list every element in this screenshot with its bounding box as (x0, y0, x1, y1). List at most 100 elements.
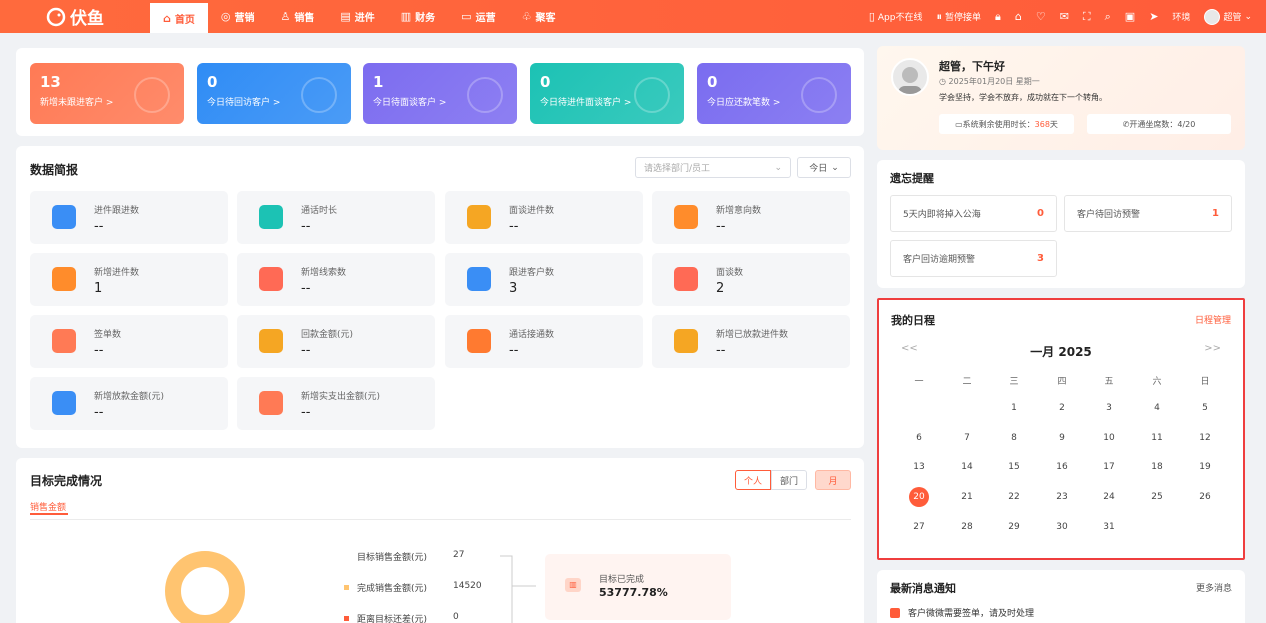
nav-item-1[interactable]: ◎ 营销 (208, 0, 268, 33)
metric-card[interactable]: 通话接通数 -- (445, 315, 643, 368)
calendar-day[interactable]: 7 (957, 428, 977, 448)
calendar-day[interactable]: 12 (1195, 428, 1215, 448)
motto: 学会坚持，学会不放弃，成功就在下一个转角。 (939, 93, 1107, 102)
briefcase-icon[interactable]: ▣ (1125, 10, 1135, 23)
calendar-day[interactable]: 2 (1052, 398, 1072, 418)
calendar-day[interactable]: 19 (1195, 457, 1215, 477)
calendar-day[interactable]: 4 (1147, 398, 1167, 418)
metric-card[interactable]: 回款金额(元) -- (237, 315, 435, 368)
calendar-day[interactable]: 31 (1099, 517, 1119, 537)
usage-unit: 天 (1049, 119, 1058, 129)
memo-title: 遗忘提醒 (890, 172, 934, 185)
tab-underline (30, 513, 68, 515)
metric-label: 跟进客户数 (509, 268, 555, 278)
stat-card[interactable]: 13 新增未跟进客户 > (30, 63, 184, 124)
stat-card[interactable]: 0 今日待进件面谈客户 > (530, 63, 684, 124)
goal-row-label: 距离目标还差(元) (344, 612, 427, 623)
calendar-day[interactable]: 17 (1099, 457, 1119, 477)
nav-item-6[interactable]: ♧ 聚客 (509, 0, 569, 33)
news-item[interactable]: 客户微微需要签单，请及时处理 (890, 606, 1034, 619)
news-panel: 最新消息通知 更多消息 客户微微需要签单，请及时处理 (877, 570, 1245, 623)
search-icon[interactable]: ⌕ (1105, 10, 1111, 24)
metric-card[interactable]: 新增已放款进件数 -- (652, 315, 850, 368)
calendar-day[interactable]: 21 (957, 487, 977, 507)
goal-panel: 目标完成情况 个人 部门 月 销售金额 目标销售金额(元) 27 完成销售金额(元)… (16, 458, 864, 623)
metric-card[interactable]: 跟进客户数 3 (445, 253, 643, 306)
metric-label: 回款金额(元) (301, 330, 354, 340)
calendar-day[interactable]: 30 (1052, 517, 1072, 537)
calendar-day[interactable]: 27 (909, 517, 929, 537)
memo-item-public-sea[interactable]: 5天内即将掉入公海 0 (890, 195, 1057, 232)
metric-card[interactable]: 新增进件数 1 (30, 253, 228, 306)
profile-card: 超管，下午好 ◷ 2025年01月20日 星期一 学会坚持，学会不放弃，成功就在… (877, 46, 1245, 150)
calendar-day[interactable]: 3 (1099, 398, 1119, 418)
message-icon[interactable]: ✉ (1060, 10, 1069, 23)
memo-item-revisit-warning[interactable]: 客户待回访预警 1 (1064, 195, 1232, 232)
calendar-day[interactable]: 22 (1004, 487, 1024, 507)
send-icon[interactable]: ➤ (1149, 10, 1158, 23)
calendar-day[interactable]: 13 (909, 457, 929, 477)
department-select[interactable]: 请选择部门/员工 ⌄ (635, 157, 791, 178)
more-news-link[interactable]: 更多消息 (1196, 581, 1232, 594)
calendar-day[interactable]: 1 (1004, 398, 1024, 418)
tab-department[interactable]: 部门 (771, 470, 807, 490)
calendar-day[interactable]: 16 (1052, 457, 1072, 477)
calendar-day[interactable]: 9 (1052, 428, 1072, 448)
calendar-day[interactable]: 14 (957, 457, 977, 477)
user-menu[interactable]: 超管 ⌄ (1204, 8, 1252, 25)
metric-card[interactable]: 新增放款金额(元) -- (30, 377, 228, 430)
shirt-icon[interactable]: ♡ (1036, 10, 1046, 23)
period-select[interactable]: 今日 ⌄ (797, 157, 851, 178)
brand-logo[interactable]: 伏鱼 (0, 4, 150, 29)
target-icon: ◎ (220, 10, 231, 23)
calendar-day[interactable]: 5 (1195, 398, 1215, 418)
next-month-button[interactable]: >> (1204, 343, 1221, 354)
user-avatar (1204, 8, 1221, 25)
metric-card[interactable]: 新增意向数 -- (652, 191, 850, 244)
calendar-day[interactable]: 18 (1147, 457, 1167, 477)
metric-card[interactable]: 通话时长 -- (237, 191, 435, 244)
nav-item-2[interactable]: ♙ 销售 (267, 0, 327, 33)
calendar-day[interactable]: 25 (1147, 487, 1167, 507)
metric-card[interactable]: 进件跟进数 -- (30, 191, 228, 244)
metric-card[interactable]: 新增实支出金额(元) -- (237, 377, 435, 430)
calendar-day[interactable]: 28 (957, 517, 977, 537)
stat-card[interactable]: 1 今日待面谈客户 > (363, 63, 517, 124)
memo-item-overdue-warning[interactable]: 客户回访逾期预警 3 (890, 240, 1057, 277)
metric-card[interactable]: 面谈数 2 (652, 253, 850, 306)
app-status[interactable]: ▯ App不在线 (869, 10, 923, 23)
calendar-day[interactable]: 29 (1004, 517, 1024, 537)
user-avatar-icon (898, 67, 922, 94)
stat-card[interactable]: 0 今日待回访客户 > (197, 63, 351, 124)
tab-personal[interactable]: 个人 (735, 470, 771, 490)
bank-icon[interactable]: ⌂ (1015, 10, 1022, 23)
calendar-day[interactable]: 23 (1052, 487, 1072, 507)
env-switch[interactable]: 环境 (1172, 10, 1190, 23)
fullscreen-icon[interactable]: ⛶ (1083, 10, 1091, 24)
calendar-day[interactable]: 6 (909, 428, 929, 448)
schedule-manage-link[interactable]: 日程管理 (1195, 313, 1231, 326)
lock-icon[interactable]: 🔒︎ (995, 10, 1001, 24)
calendar-day[interactable]: 15 (1004, 457, 1024, 477)
calendar-day-today[interactable]: 20 (909, 487, 929, 508)
nav-item-3[interactable]: ▤ 进件 (327, 0, 387, 33)
metric-card[interactable]: 面谈进件数 -- (445, 191, 643, 244)
metric-card[interactable]: 签单数 -- (30, 315, 228, 368)
month-button[interactable]: 月 (815, 470, 851, 490)
calendar-day[interactable]: 24 (1099, 487, 1119, 507)
pause-orders-button[interactable]: ⏸ 暂停接单 (936, 10, 981, 24)
decorative-icon (134, 77, 170, 113)
metric-icon (259, 391, 283, 415)
sales-amount-tab[interactable]: 销售金额 (30, 500, 66, 513)
goal-connector (500, 555, 536, 623)
stat-card[interactable]: 0 今日应还款笔数 > (697, 63, 851, 124)
calendar-day[interactable]: 11 (1147, 428, 1167, 448)
metric-card[interactable]: 新增线索数 -- (237, 253, 435, 306)
calendar-day[interactable]: 26 (1195, 487, 1215, 507)
pause-icon: ⏸ (936, 9, 942, 23)
calendar-day[interactable]: 8 (1004, 428, 1024, 448)
nav-item-5[interactable]: ▭ 运营 (448, 0, 508, 33)
calendar-day[interactable]: 10 (1099, 428, 1119, 448)
nav-item-4[interactable]: ▥ 财务 (388, 0, 448, 33)
nav-item-0[interactable]: ⌂ 首页 (150, 3, 208, 33)
